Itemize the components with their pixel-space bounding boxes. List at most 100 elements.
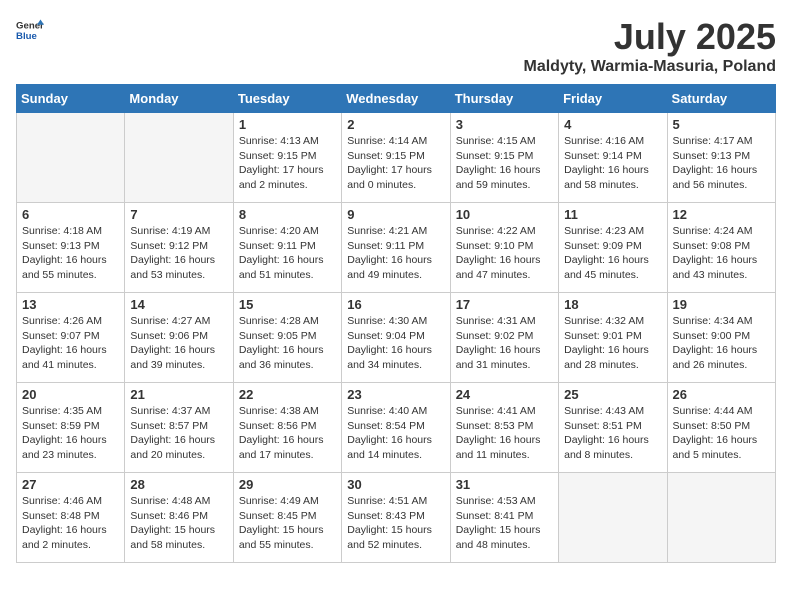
calendar-cell: 28 Sunrise: 4:48 AM Sunset: 8:46 PM Dayli…	[125, 473, 233, 563]
calendar-cell: 7Sunrise: 4:19 AM Sunset: 9:12 PM Daylig…	[125, 203, 233, 293]
calendar-cell: 11 Sunrise: 4:23 AM Sunset: 9:09 PM Dayli…	[559, 203, 667, 293]
day-info: Sunrise: 4:32 AM Sunset: 9:01 PM Dayligh…	[564, 314, 661, 373]
day-number: 25	[564, 387, 661, 402]
day-info: Sunrise: 4:23 AM Sunset: 9:09 PM Dayligh…	[564, 224, 661, 283]
header: General Blue July 2025 Maldyty, Warmia-M…	[16, 16, 776, 76]
calendar-cell: 3 Sunrise: 4:15 AM Sunset: 9:15 PM Daylig…	[450, 113, 558, 203]
calendar-cell: 19Sunrise: 4:34 AM Sunset: 9:00 PM Dayli…	[667, 293, 775, 383]
calendar-cell	[17, 113, 125, 203]
day-info: Sunrise: 4:40 AM Sunset: 8:54 PM Dayligh…	[347, 404, 444, 463]
day-info: Sunrise: 4:18 AM Sunset: 9:13 PM Dayligh…	[22, 224, 119, 283]
day-number: 14	[130, 297, 227, 312]
day-number: 18	[564, 297, 661, 312]
day-number: 12	[673, 207, 770, 222]
day-number: 10	[456, 207, 553, 222]
day-info: Sunrise: 4:17 AM Sunset: 9:13 PM Dayligh…	[673, 134, 770, 193]
day-info: Sunrise: 4:24 AM Sunset: 9:08 PM Dayligh…	[673, 224, 770, 283]
calendar-cell: 22 Sunrise: 4:38 AM Sunset: 8:56 PM Dayli…	[233, 383, 341, 473]
subtitle: Maldyty, Warmia-Masuria, Poland	[524, 58, 777, 76]
day-info: Sunrise: 4:51 AM Sunset: 8:43 PM Dayligh…	[347, 494, 444, 553]
day-info: Sunrise: 4:44 AM Sunset: 8:50 PM Dayligh…	[673, 404, 770, 463]
day-number: 19	[673, 297, 770, 312]
day-number: 6	[22, 207, 119, 222]
calendar-cell: 30 Sunrise: 4:51 AM Sunset: 8:43 PM Dayli…	[342, 473, 450, 563]
calendar-cell: 24 Sunrise: 4:41 AM Sunset: 8:53 PM Dayli…	[450, 383, 558, 473]
day-info: Sunrise: 4:35 AM Sunset: 8:59 PM Dayligh…	[22, 404, 119, 463]
day-of-week-header: Sunday	[17, 85, 125, 113]
day-of-week-header: Monday	[125, 85, 233, 113]
day-number: 2	[347, 117, 444, 132]
day-number: 1	[239, 117, 336, 132]
day-number: 24	[456, 387, 553, 402]
day-number: 8	[239, 207, 336, 222]
day-info: Sunrise: 4:27 AM Sunset: 9:06 PM Dayligh…	[130, 314, 227, 373]
calendar-cell: 15 Sunrise: 4:28 AM Sunset: 9:05 PM Dayli…	[233, 293, 341, 383]
day-number: 29	[239, 477, 336, 492]
day-number: 4	[564, 117, 661, 132]
calendar-cell: 21 Sunrise: 4:37 AM Sunset: 8:57 PM Dayli…	[125, 383, 233, 473]
day-number: 21	[130, 387, 227, 402]
day-info: Sunrise: 4:48 AM Sunset: 8:46 PM Dayligh…	[130, 494, 227, 553]
calendar-cell: 16Sunrise: 4:30 AM Sunset: 9:04 PM Dayli…	[342, 293, 450, 383]
day-info: Sunrise: 4:16 AM Sunset: 9:14 PM Dayligh…	[564, 134, 661, 193]
day-info: Sunrise: 4:15 AM Sunset: 9:15 PM Dayligh…	[456, 134, 553, 193]
day-number: 11	[564, 207, 661, 222]
day-number: 28	[130, 477, 227, 492]
calendar-cell: 31Sunrise: 4:53 AM Sunset: 8:41 PM Dayli…	[450, 473, 558, 563]
calendar-cell: 20 Sunrise: 4:35 AM Sunset: 8:59 PM Dayli…	[17, 383, 125, 473]
day-number: 3	[456, 117, 553, 132]
day-of-week-header: Friday	[559, 85, 667, 113]
day-info: Sunrise: 4:22 AM Sunset: 9:10 PM Dayligh…	[456, 224, 553, 283]
calendar-cell: 29 Sunrise: 4:49 AM Sunset: 8:45 PM Dayli…	[233, 473, 341, 563]
svg-text:Blue: Blue	[16, 31, 37, 42]
calendar-cell: 12 Sunrise: 4:24 AM Sunset: 9:08 PM Dayli…	[667, 203, 775, 293]
day-number: 15	[239, 297, 336, 312]
calendar-cell: 18 Sunrise: 4:32 AM Sunset: 9:01 PM Dayli…	[559, 293, 667, 383]
day-number: 13	[22, 297, 119, 312]
calendar-cell: 26 Sunrise: 4:44 AM Sunset: 8:50 PM Dayli…	[667, 383, 775, 473]
main-title: July 2025	[524, 16, 777, 58]
day-number: 30	[347, 477, 444, 492]
calendar: SundayMondayTuesdayWednesdayThursdayFrid…	[16, 84, 776, 563]
day-of-week-header: Thursday	[450, 85, 558, 113]
calendar-cell	[125, 113, 233, 203]
calendar-cell: 14 Sunrise: 4:27 AM Sunset: 9:06 PM Dayli…	[125, 293, 233, 383]
day-info: Sunrise: 4:26 AM Sunset: 9:07 PM Dayligh…	[22, 314, 119, 373]
day-info: Sunrise: 4:41 AM Sunset: 8:53 PM Dayligh…	[456, 404, 553, 463]
logo: General Blue	[16, 16, 44, 44]
calendar-cell	[559, 473, 667, 563]
day-number: 5	[673, 117, 770, 132]
day-info: Sunrise: 4:13 AM Sunset: 9:15 PM Dayligh…	[239, 134, 336, 193]
day-number: 27	[22, 477, 119, 492]
day-number: 9	[347, 207, 444, 222]
calendar-cell	[667, 473, 775, 563]
calendar-cell: 25 Sunrise: 4:43 AM Sunset: 8:51 PM Dayli…	[559, 383, 667, 473]
day-number: 22	[239, 387, 336, 402]
day-of-week-header: Wednesday	[342, 85, 450, 113]
title-area: July 2025 Maldyty, Warmia-Masuria, Polan…	[524, 16, 777, 76]
day-info: Sunrise: 4:30 AM Sunset: 9:04 PM Dayligh…	[347, 314, 444, 373]
calendar-cell: 27 Sunrise: 4:46 AM Sunset: 8:48 PM Dayli…	[17, 473, 125, 563]
day-of-week-header: Tuesday	[233, 85, 341, 113]
day-info: Sunrise: 4:37 AM Sunset: 8:57 PM Dayligh…	[130, 404, 227, 463]
day-info: Sunrise: 4:14 AM Sunset: 9:15 PM Dayligh…	[347, 134, 444, 193]
calendar-cell: 10 Sunrise: 4:22 AM Sunset: 9:10 PM Dayli…	[450, 203, 558, 293]
day-number: 17	[456, 297, 553, 312]
day-info: Sunrise: 4:46 AM Sunset: 8:48 PM Dayligh…	[22, 494, 119, 553]
day-info: Sunrise: 4:21 AM Sunset: 9:11 PM Dayligh…	[347, 224, 444, 283]
day-info: Sunrise: 4:19 AM Sunset: 9:12 PM Dayligh…	[130, 224, 227, 283]
calendar-cell: 8 Sunrise: 4:20 AM Sunset: 9:11 PM Daylig…	[233, 203, 341, 293]
day-info: Sunrise: 4:38 AM Sunset: 8:56 PM Dayligh…	[239, 404, 336, 463]
day-number: 26	[673, 387, 770, 402]
calendar-cell: 13 Sunrise: 4:26 AM Sunset: 9:07 PM Dayli…	[17, 293, 125, 383]
day-info: Sunrise: 4:28 AM Sunset: 9:05 PM Dayligh…	[239, 314, 336, 373]
calendar-cell: 2 Sunrise: 4:14 AM Sunset: 9:15 PM Daylig…	[342, 113, 450, 203]
day-number: 20	[22, 387, 119, 402]
calendar-cell: 6 Sunrise: 4:18 AM Sunset: 9:13 PM Daylig…	[17, 203, 125, 293]
day-info: Sunrise: 4:20 AM Sunset: 9:11 PM Dayligh…	[239, 224, 336, 283]
day-info: Sunrise: 4:53 AM Sunset: 8:41 PM Dayligh…	[456, 494, 553, 553]
day-of-week-header: Saturday	[667, 85, 775, 113]
day-info: Sunrise: 4:43 AM Sunset: 8:51 PM Dayligh…	[564, 404, 661, 463]
calendar-cell: 4 Sunrise: 4:16 AM Sunset: 9:14 PM Daylig…	[559, 113, 667, 203]
day-info: Sunrise: 4:49 AM Sunset: 8:45 PM Dayligh…	[239, 494, 336, 553]
